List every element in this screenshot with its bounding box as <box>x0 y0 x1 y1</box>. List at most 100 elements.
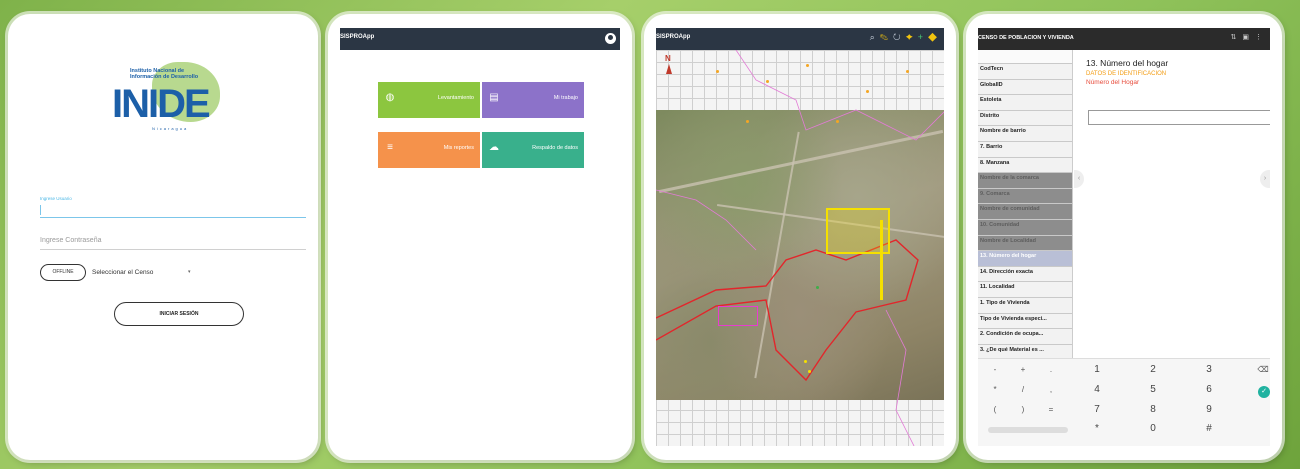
map-view[interactable]: N <box>656 50 944 446</box>
key[interactable]: 1 <box>1088 364 1106 375</box>
question-item[interactable]: 8. Manzana <box>978 157 1072 174</box>
census-select[interactable]: Seleccionar el Censo ▾ <box>92 264 202 281</box>
sync-icon[interactable]: ↻ <box>893 32 906 42</box>
question-item[interactable]: Nombre de comunidad <box>978 204 1072 220</box>
question-item[interactable]: GlobalID <box>978 79 1072 96</box>
question-item[interactable]: 9. Comarca <box>978 188 1072 205</box>
question-item[interactable]: 10. Comunidad <box>978 219 1072 236</box>
census-title: CENSO DE POBLACION Y VIVIENDA <box>978 35 1074 41</box>
question-item[interactable]: Nombre de Localidad <box>978 235 1072 252</box>
question-item[interactable]: Distrito <box>978 110 1072 127</box>
key[interactable]: ) <box>1014 405 1032 414</box>
question-item[interactable]: Nombre de barrio <box>978 126 1072 142</box>
census-boundary <box>656 50 944 446</box>
tile-label: Levantamiento <box>437 95 474 101</box>
tile-mis-reportes[interactable]: ≡ Mis reportes <box>378 132 480 168</box>
question-item[interactable]: 7. Barrio <box>978 141 1072 158</box>
tablet-home: SISPROApp ◍ Levantamiento ▤ Mi trabajo ≡… <box>328 14 632 460</box>
numeric-keypad: - + . 1 2 3 ⌫ * / , 4 5 6 ✓ ( ) = 7 8 9 … <box>978 358 1270 446</box>
key[interactable]: * <box>1088 423 1106 434</box>
add-icon[interactable]: + <box>918 32 928 42</box>
pencil-icon[interactable]: ✎ <box>880 32 893 42</box>
map-point[interactable] <box>808 370 811 373</box>
question-item[interactable]: 1. Tipo de Vivienda <box>978 297 1072 314</box>
key[interactable]: 8 <box>1144 404 1162 415</box>
key[interactable]: 7 <box>1088 404 1106 415</box>
logo-country: Nicaragua <box>152 126 189 131</box>
key[interactable]: . <box>1042 365 1060 374</box>
map-point[interactable] <box>766 80 769 83</box>
question-label: 2. Condición de ocupa... <box>980 331 1044 338</box>
offline-button[interactable]: OFFLINE <box>40 264 86 281</box>
edit-point-icon[interactable]: ✦ <box>906 32 918 42</box>
key[interactable]: 5 <box>1144 384 1162 395</box>
boundary-line <box>656 239 919 382</box>
key[interactable]: + <box>1014 365 1032 374</box>
question-list[interactable]: CodTecn GlobalID Estoleta Distrito Nombr… <box>978 50 1073 380</box>
question-label: GlobalID <box>980 81 1003 88</box>
map-point[interactable] <box>836 120 839 123</box>
save-icon[interactable]: ▣ <box>1242 34 1255 41</box>
previous-question-button[interactable]: ‹ <box>1074 170 1084 188</box>
household-number-input[interactable] <box>1088 110 1270 125</box>
user-input[interactable]: › <box>40 204 306 218</box>
question-item[interactable]: Nombre de la comarca <box>978 173 1072 189</box>
more-icon[interactable]: ⋮ <box>1255 34 1268 41</box>
question-label: Estoleta <box>980 97 1002 104</box>
tile-mi-trabajo[interactable]: ▤ Mi trabajo <box>482 82 584 118</box>
key[interactable]: ( <box>986 405 1004 414</box>
key[interactable]: 4 <box>1088 384 1106 395</box>
clipboard-icon: ▤ <box>489 92 499 103</box>
tile-respaldo-datos[interactable]: ☁ Respaldo de datos <box>482 132 584 168</box>
key[interactable]: 6 <box>1200 384 1218 395</box>
map-toolbar: ⌕✎↻✦+◆ <box>870 32 942 43</box>
next-question-button[interactable]: › <box>1260 170 1270 188</box>
account-icon[interactable] <box>605 33 616 44</box>
map-point[interactable] <box>866 90 869 93</box>
tablet-login: Instituto Nacional de Información de Des… <box>8 14 318 460</box>
tile-label: Respaldo de datos <box>532 145 578 151</box>
key[interactable]: - <box>986 365 1004 374</box>
map-point[interactable] <box>716 70 719 73</box>
key[interactable]: 2 <box>1144 364 1162 375</box>
map-point[interactable] <box>746 120 749 123</box>
tile-levantamiento[interactable]: ◍ Levantamiento <box>378 82 480 118</box>
map-point[interactable] <box>816 286 819 289</box>
key[interactable]: 3 <box>1200 364 1218 375</box>
map-point[interactable] <box>804 360 807 363</box>
question-label: CodTecn <box>980 66 1004 72</box>
user-label: Ingrese Usuario <box>40 196 72 201</box>
password-placeholder: Ingrese Contraseña <box>40 237 102 244</box>
census-screen: CENSO DE POBLACION Y VIVIENDA ⇅▣⋮ CodTec… <box>978 28 1270 446</box>
enter-key-icon[interactable]: ✓ <box>1258 386 1270 398</box>
key[interactable]: 0 <box>1144 423 1162 434</box>
search-icon[interactable]: ⌕ <box>870 32 880 42</box>
login-screen: Instituto Nacional de Información de Des… <box>20 28 306 446</box>
key[interactable]: 9 <box>1200 404 1218 415</box>
question-item[interactable]: 11. Localidad <box>978 282 1072 298</box>
question-item-active[interactable]: 13. Número del hogar <box>978 251 1072 267</box>
app-bar: SISPROApp <box>340 28 620 50</box>
question-item[interactable]: Tipo de Vivienda especi... <box>978 313 1072 330</box>
key[interactable]: , <box>1042 385 1060 394</box>
filter-icon[interactable]: ⇅ <box>1231 34 1243 41</box>
question-item[interactable]: 2. Condición de ocupa... <box>978 329 1072 345</box>
app-title: SISPROApp <box>656 34 691 40</box>
map-point[interactable] <box>906 70 909 73</box>
password-input[interactable]: Ingrese Contraseña › <box>40 234 306 250</box>
question-item[interactable]: CodTecn <box>978 64 1072 80</box>
logo-word: INIDE <box>112 82 211 126</box>
key[interactable]: * <box>986 385 1004 394</box>
question-label: 10. Comunidad <box>980 221 1020 228</box>
question-item[interactable]: 14. Dirección exacta <box>978 266 1072 283</box>
map-point[interactable] <box>806 64 809 67</box>
layers-icon[interactable]: ◆ <box>928 32 942 42</box>
key[interactable]: / <box>1014 385 1032 394</box>
key[interactable]: = <box>1042 405 1060 414</box>
key[interactable]: # <box>1200 423 1218 434</box>
space-key[interactable] <box>988 427 1068 433</box>
login-button[interactable]: INICIAR SESIÓN <box>114 302 244 326</box>
backspace-icon[interactable]: ⌫ <box>1254 365 1270 374</box>
inide-logo: Instituto Nacional de Información de Des… <box>112 62 222 140</box>
question-item[interactable]: Estoleta <box>978 95 1072 111</box>
